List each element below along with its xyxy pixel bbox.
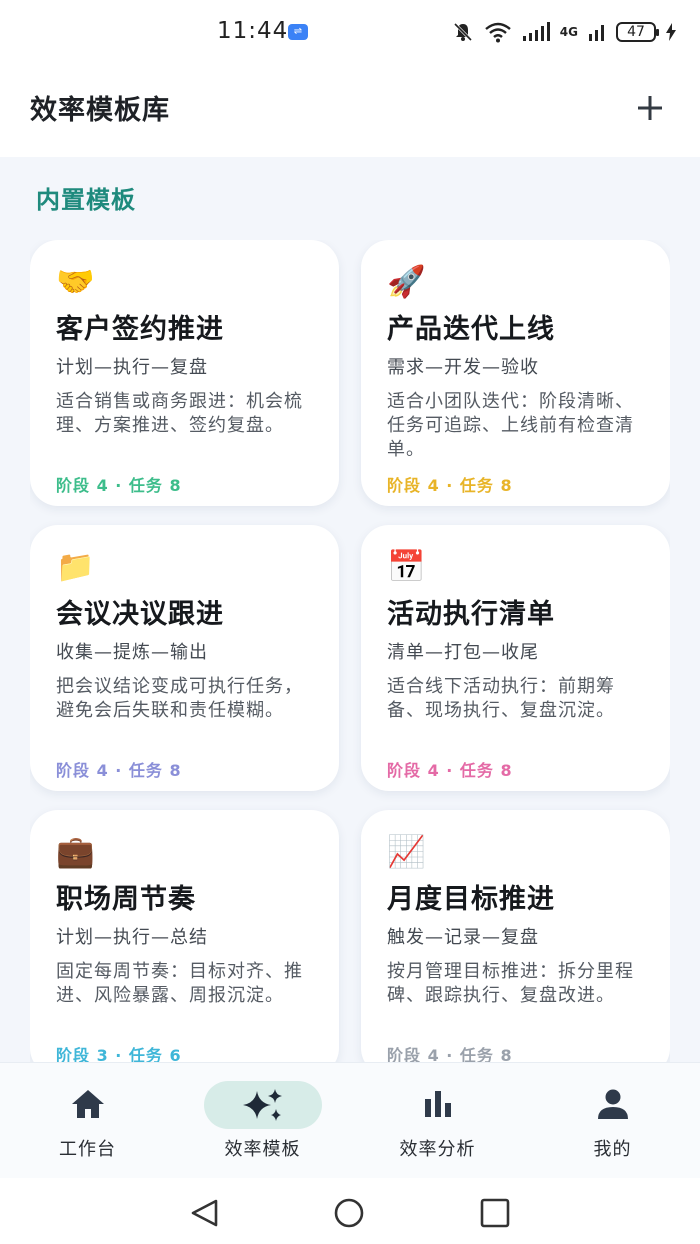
add-template-button[interactable] [630, 88, 670, 128]
template-card[interactable]: 📅 活动执行清单 清单—打包—收尾 适合线下活动执行：前期筹备、现场执行、复盘沉… [361, 525, 670, 791]
battery-indicator: 47 [616, 22, 659, 42]
signal-icon [522, 22, 550, 41]
nav-label: 我的 [593, 1139, 632, 1160]
nav-item-templates[interactable]: 效率模板 [175, 1063, 350, 1179]
nav-item-workbench[interactable]: 工作台 [0, 1063, 175, 1179]
back-triangle-icon[interactable] [188, 1198, 222, 1228]
status-icons: 4G 47 [452, 18, 676, 46]
network-type: 4G [559, 25, 578, 39]
template-grid: 🤝 客户签约推进 计划—执行—复盘 适合销售或商务跟进：机会梳理、方案推进、签约… [30, 240, 670, 1062]
card-meta: 阶段 4 · 任务 8 [387, 476, 513, 495]
calendar-icon: 📅 [387, 549, 426, 585]
nav-label: 效率分析 [399, 1139, 476, 1160]
card-meta: 阶段 3 · 任务 6 [56, 1046, 182, 1062]
template-card[interactable]: 💼 职场周节奏 计划—执行—总结 固定每周节奏：目标对齐、推进、风险暴露、周报沉… [30, 810, 339, 1062]
trend-chart-icon: 📈 [387, 834, 426, 870]
app-bar: 效率模板库 [0, 62, 700, 157]
template-card[interactable]: 🚀 产品迭代上线 需求—开发—验收 适合小团队迭代：阶段清晰、任务可追踪、上线前… [361, 240, 670, 506]
folder-icon: 📁 [56, 549, 95, 585]
template-card[interactable]: 📁 会议决议跟进 收集—提炼—输出 把会议结论变成可执行任务，避免会后失联和责任… [30, 525, 339, 791]
card-flow: 触发—记录—复盘 [387, 927, 539, 948]
card-flow: 需求—开发—验收 [387, 357, 539, 378]
card-flow: 清单—打包—收尾 [387, 642, 539, 663]
handshake-icon: 🤝 [56, 264, 95, 300]
card-title: 职场周节奏 [56, 884, 196, 915]
card-description: 适合销售或商务跟进：机会梳理、方案推进、签约复盘。 [56, 391, 303, 436]
card-flow: 计划—执行—复盘 [56, 357, 208, 378]
card-meta: 阶段 4 · 任务 8 [56, 761, 182, 780]
card-title: 活动执行清单 [387, 599, 555, 630]
battery-level: 47 [627, 24, 645, 40]
person-icon [593, 1087, 633, 1121]
card-description: 适合小团队迭代：阶段清晰、任务可追踪、上线前有检查清单。 [387, 391, 634, 460]
page-title: 效率模板库 [30, 95, 170, 126]
card-title: 月度目标推进 [387, 884, 555, 915]
recents-square-icon[interactable] [478, 1198, 512, 1228]
nav-item-profile[interactable]: 我的 [525, 1063, 700, 1179]
usb-icon: ⇌ [288, 24, 308, 40]
card-description: 把会议结论变成可执行任务，避免会后失联和责任模糊。 [56, 676, 303, 721]
card-description: 固定每周节奏：目标对齐、推进、风险暴露、周报沉淀。 [56, 961, 303, 1006]
template-card[interactable]: 📈 月度目标推进 触发—记录—复盘 按月管理目标推进：拆分里程碑、跟踪执行、复盘… [361, 810, 670, 1062]
nav-label: 工作台 [59, 1139, 116, 1160]
home-circle-icon[interactable] [332, 1198, 366, 1228]
card-description: 适合线下活动执行：前期筹备、现场执行、复盘沉淀。 [387, 676, 615, 721]
charging-icon [666, 23, 676, 41]
status-time: 11:44 [217, 18, 289, 44]
home-icon [68, 1087, 108, 1121]
section-title: 内置模板 [36, 186, 136, 214]
card-title: 客户签约推进 [56, 314, 224, 345]
template-card[interactable]: 🤝 客户签约推进 计划—执行—复盘 适合销售或商务跟进：机会梳理、方案推进、签约… [30, 240, 339, 506]
card-flow: 收集—提炼—输出 [56, 642, 208, 663]
card-meta: 阶段 4 · 任务 8 [387, 1046, 513, 1062]
card-meta: 阶段 4 · 任务 8 [56, 476, 182, 495]
system-nav-bar [0, 1178, 700, 1244]
wifi-icon [485, 22, 511, 43]
signal-icon-2 [589, 25, 604, 41]
sparkle-icon [203, 1081, 322, 1129]
briefcase-icon: 💼 [56, 834, 95, 870]
card-flow: 计划—执行—总结 [56, 927, 208, 948]
nav-item-analysis[interactable]: 效率分析 [350, 1063, 525, 1179]
card-title: 会议决议跟进 [56, 599, 224, 630]
rocket-icon: 🚀 [387, 264, 426, 300]
card-description: 按月管理目标推进：拆分里程碑、跟踪执行、复盘改进。 [387, 961, 634, 1006]
card-meta: 阶段 4 · 任务 8 [387, 761, 513, 780]
nav-label: 效率模板 [224, 1139, 301, 1160]
bottom-nav: 工作台 效率模板 效率分析 我的 [0, 1062, 700, 1178]
status-bar: 11:44 ⇌ 4G 47 [0, 0, 700, 62]
mute-bell-icon [453, 22, 472, 42]
bar-chart-icon [418, 1087, 458, 1121]
card-title: 产品迭代上线 [387, 314, 555, 345]
